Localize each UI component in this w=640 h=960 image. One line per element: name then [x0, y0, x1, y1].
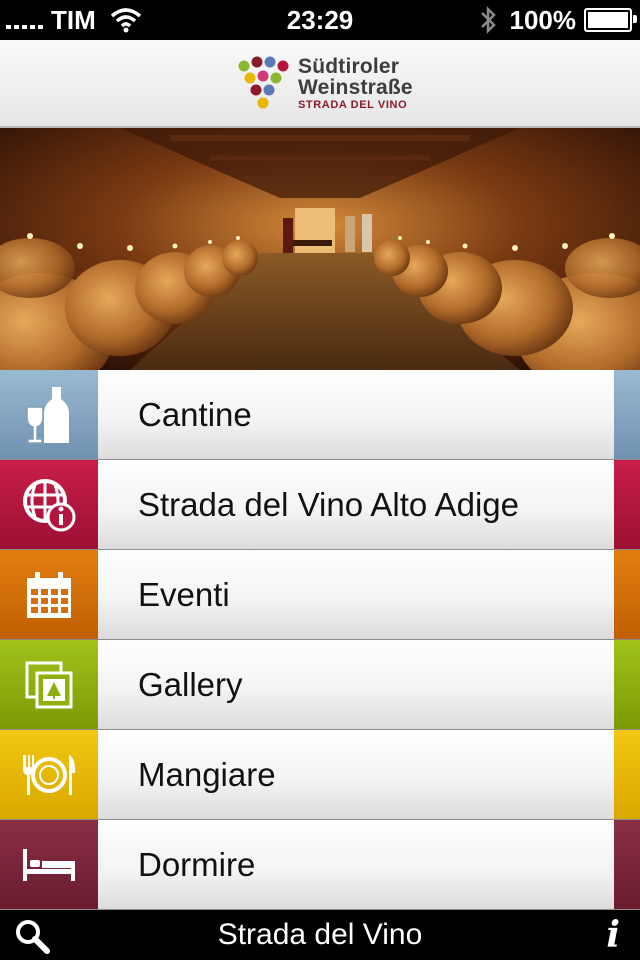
- menu-item-color-block: [0, 460, 98, 549]
- menu-item-color-tail: [614, 370, 640, 459]
- app-logo: Südtiroler Weinstraße STRADA DEL VINO: [236, 56, 426, 114]
- status-bar: TIM 23:29 100%: [0, 0, 640, 40]
- logo-line-3: STRADA DEL VINO: [298, 99, 408, 111]
- main-menu: Cantine Strada del Vino Alto Adige Event…: [0, 370, 640, 910]
- menu-item-label: Strada del Vino Alto Adige: [98, 460, 614, 549]
- menu-item-color-block: [0, 820, 98, 909]
- logo-line-2: Weinstraße: [298, 76, 413, 99]
- bluetooth-icon: [480, 5, 496, 35]
- menu-item-strada-del-vino[interactable]: Strada del Vino Alto Adige: [0, 460, 640, 550]
- status-right: 100%: [478, 4, 637, 35]
- battery-percent: 100%: [509, 4, 577, 35]
- globe-info-icon: [23, 478, 76, 531]
- menu-item-color-block: [0, 730, 98, 819]
- menu-item-label: Dormire: [98, 820, 614, 909]
- wine-cellar-photo: [0, 128, 640, 370]
- menu-item-cantine[interactable]: Cantine: [0, 370, 640, 460]
- logo-line-1: Südtiroler: [298, 55, 400, 78]
- menu-item-label: Gallery: [98, 640, 614, 729]
- menu-item-color-tail: [614, 820, 640, 909]
- menu-item-color-block: [0, 640, 98, 729]
- menu-item-mangiare[interactable]: Mangiare: [0, 730, 640, 820]
- menu-item-color-tail: [614, 550, 640, 639]
- info-button[interactable]: i: [606, 914, 620, 956]
- gallery-icon: [25, 661, 73, 708]
- app-header: Südtiroler Weinstraße STRADA DEL VINO: [0, 40, 640, 128]
- toolbar-title: Strada del Vino: [217, 918, 423, 951]
- battery-icon: [584, 8, 637, 32]
- menu-item-eventi[interactable]: Eventi: [0, 550, 640, 640]
- bottom-toolbar: Strada del Vino i: [0, 910, 640, 960]
- menu-item-color-tail: [614, 460, 640, 549]
- plate-cutlery-icon: [23, 754, 76, 795]
- calendar-icon: [27, 571, 71, 618]
- menu-item-label: Eventi: [98, 550, 614, 639]
- menu-item-label: Mangiare: [98, 730, 614, 819]
- hero-image: [0, 128, 640, 370]
- menu-item-dormire[interactable]: Dormire: [0, 820, 640, 910]
- menu-item-color-block: [0, 370, 98, 459]
- menu-item-color-tail: [614, 730, 640, 819]
- menu-item-color-tail: [614, 640, 640, 729]
- bed-icon: [23, 848, 75, 881]
- wine-bottle-glass-icon: [26, 386, 69, 444]
- menu-item-label: Cantine: [98, 370, 614, 459]
- menu-item-gallery[interactable]: Gallery: [0, 640, 640, 730]
- grape-logo-icon: [238, 56, 289, 109]
- menu-item-color-block: [0, 550, 98, 639]
